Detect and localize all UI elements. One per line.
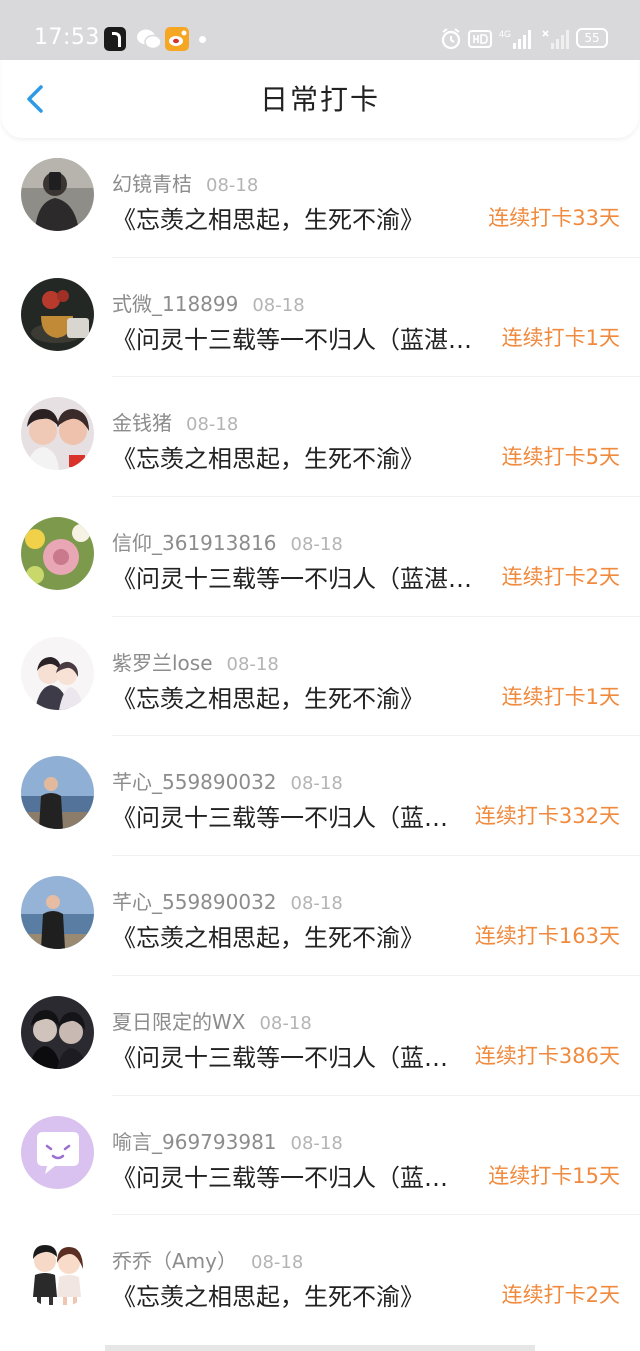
book-title[interactable]: 《忘羡之相思起，生死不渝》 <box>112 1277 492 1312</box>
notification-dot <box>199 36 206 43</box>
username[interactable]: 乔乔（Amy） <box>112 1249 237 1273</box>
book-title[interactable]: 《问灵十三载等一不归人（蓝湛... <box>112 1038 468 1073</box>
battery-icon: 55 <box>576 28 608 48</box>
streak-label: 连续打卡5天 <box>501 445 620 470</box>
nav-bar: 日常打卡 <box>2 60 638 138</box>
streak-label: 连续打卡332天 <box>474 804 620 829</box>
streak-label: 连续打卡15天 <box>488 1163 620 1188</box>
streak-label: 连续打卡1天 <box>501 684 620 709</box>
post-date: 08-18 <box>290 773 343 795</box>
status-time: 17:53 <box>34 25 100 50</box>
list-item[interactable]: 夏日限定的WX 08-18 《问灵十三载等一不归人（蓝湛... 连续打卡386天 <box>0 976 640 1096</box>
list-item[interactable]: 式微_118899 08-18 《问灵十三载等一不归人（蓝湛篇... 连续打卡1天 <box>0 258 640 378</box>
streak-label: 连续打卡2天 <box>501 565 620 590</box>
post-date: 08-18 <box>206 175 259 196</box>
bottom-scroll-indicator <box>105 1345 535 1351</box>
book-title[interactable]: 《忘羡之相思起，生死不渝》 <box>112 918 468 953</box>
post-date: 08-18 <box>290 893 343 915</box>
streak-label: 连续打卡33天 <box>488 206 620 230</box>
streak-label: 连续打卡163天 <box>474 924 620 949</box>
page-title: 日常打卡 <box>259 83 380 116</box>
book-title[interactable]: 《问灵十三载等一不归人（蓝湛... <box>112 798 468 833</box>
username[interactable]: 夏日限定的WX <box>112 1010 245 1034</box>
post-date: 08-18 <box>252 294 305 316</box>
checkin-list: 幻镜青桔 08-18 《忘羡之相思起，生死不渝》 连续打卡33天 式微_11889… <box>0 138 640 1335</box>
streak-label: 连续打卡2天 <box>501 1283 620 1308</box>
list-item[interactable]: 喻言_969793981 08-18 《问灵十三载等一不归人（蓝湛... 连续打卡… <box>0 1096 640 1216</box>
streak-label: 连续打卡386天 <box>474 1043 620 1068</box>
book-title[interactable]: 《忘羡之相思起，生死不渝》 <box>112 439 492 474</box>
username[interactable]: 信仰_361913816 <box>112 531 277 555</box>
username[interactable]: 式微_118899 <box>112 292 238 316</box>
weibo-icon <box>165 27 189 51</box>
avatar[interactable] <box>21 995 94 1069</box>
avatar[interactable] <box>21 517 94 591</box>
avatar[interactable] <box>21 756 94 830</box>
post-date: 08-18 <box>290 534 343 556</box>
list-item[interactable]: 乔乔（Amy） 08-18 《忘羡之相思起，生死不渝》 连续打卡2天 <box>0 1215 640 1335</box>
list-item[interactable]: 幻镜青桔 08-18 《忘羡之相思起，生死不渝》 连续打卡33天 <box>0 138 640 258</box>
post-date: 08-18 <box>226 653 279 675</box>
post-date: 08-18 <box>290 1132 343 1154</box>
avatar[interactable] <box>21 397 94 471</box>
signal-icon <box>542 30 569 49</box>
hd-icon <box>468 30 492 48</box>
username[interactable]: 芊心_559890032 <box>112 890 277 914</box>
list-item[interactable]: 金钱猪 08-18 《忘羡之相思起，生死不渝》 连续打卡5天 <box>0 377 640 498</box>
wechat-icon <box>137 29 162 50</box>
book-title[interactable]: 《问灵十三载等一不归人（蓝湛篇... <box>112 320 492 355</box>
list-item[interactable]: 芊心_559890032 08-18 《忘羡之相思起，生死不渝》 连续打卡163天 <box>0 856 640 976</box>
book-title[interactable]: 《问灵十三载等一不归人（蓝湛篇... <box>112 559 492 594</box>
alarm-icon <box>441 28 461 50</box>
avatar[interactable] <box>21 1235 94 1309</box>
list-item[interactable]: 芊心_559890032 08-18 《问灵十三载等一不归人（蓝湛... 连续打卡… <box>0 736 640 857</box>
username[interactable]: 芊心_559890032 <box>112 770 277 794</box>
post-date: 08-18 <box>251 1252 304 1274</box>
status-bar: 17:53 4G 55 <box>0 0 640 60</box>
username[interactable]: 金钱猪 <box>112 411 172 435</box>
avatar[interactable] <box>21 158 94 231</box>
list-item[interactable]: 紫罗兰lose 08-18 《忘羡之相思起，生死不渝》 连续打卡1天 <box>0 617 640 737</box>
avatar[interactable] <box>21 277 94 351</box>
streak-label: 连续打卡1天 <box>501 325 620 350</box>
post-date: 08-18 <box>186 414 239 436</box>
book-title[interactable]: 《问灵十三载等一不归人（蓝湛... <box>112 1158 468 1193</box>
avatar[interactable] <box>21 636 94 710</box>
tiktok-icon <box>104 27 126 51</box>
avatar[interactable] <box>21 1115 94 1189</box>
username[interactable]: 喻言_969793981 <box>112 1130 277 1154</box>
book-title[interactable]: 《忘羡之相思起，生死不渝》 <box>112 200 492 235</box>
username[interactable]: 幻镜青桔 <box>112 172 192 196</box>
username[interactable]: 紫罗兰lose <box>112 651 213 675</box>
book-title[interactable]: 《忘羡之相思起，生死不渝》 <box>112 679 492 714</box>
list-item[interactable]: 信仰_361913816 08-18 《问灵十三载等一不归人（蓝湛篇... 连续打… <box>0 497 640 617</box>
battery-level: 55 <box>584 31 600 45</box>
avatar[interactable] <box>21 876 94 950</box>
post-date: 08-18 <box>259 1012 312 1034</box>
svg-text:4G: 4G <box>499 29 511 39</box>
4g-signal-icon: 4G <box>499 29 531 49</box>
